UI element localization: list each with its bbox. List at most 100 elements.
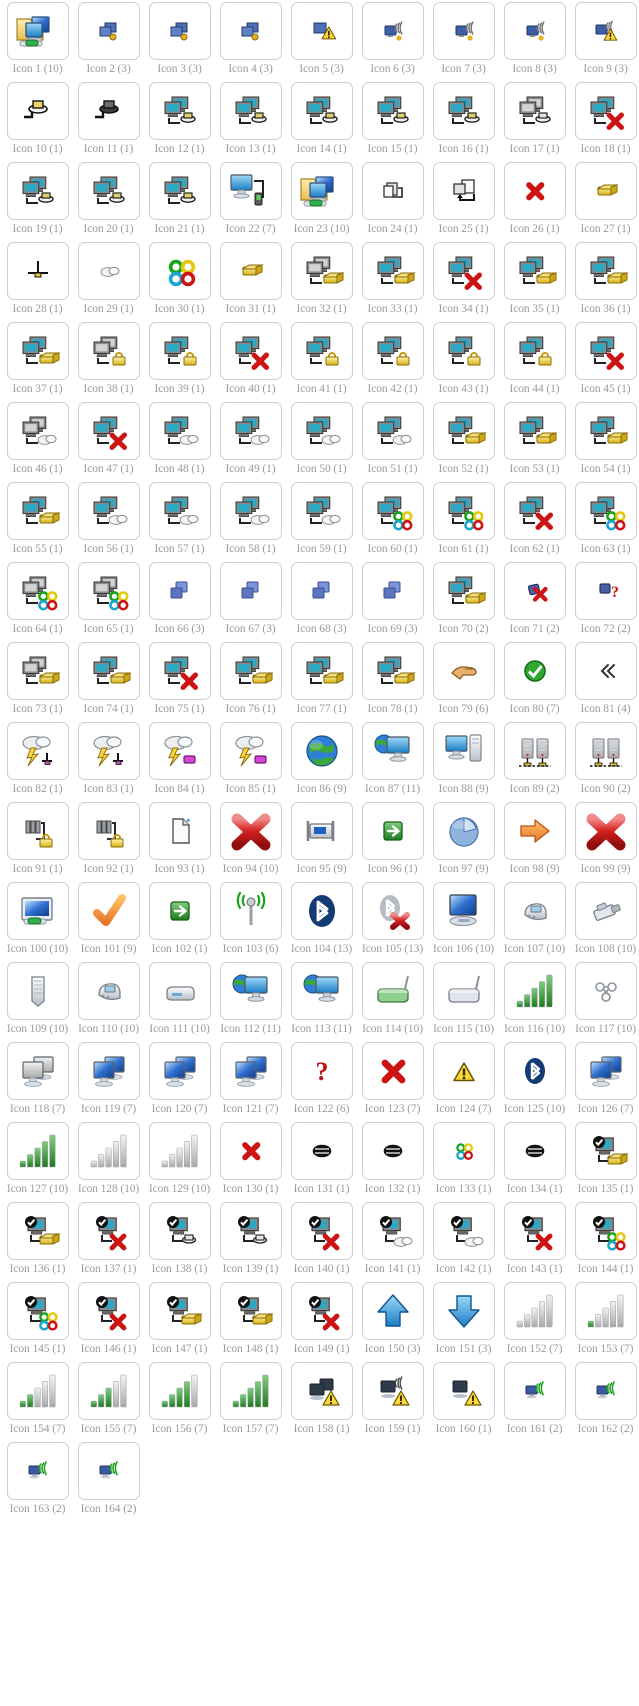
icon-cell[interactable]: Icon 118 (7) — [2, 1042, 73, 1122]
computer-gold-up-icon[interactable] — [6, 482, 69, 540]
icon-cell[interactable]: Icon 67 (3) — [215, 562, 286, 642]
checked-computer-error-icon[interactable] — [290, 1202, 353, 1260]
checked-computer-gold-icon[interactable] — [574, 1122, 637, 1180]
server-rack-icon[interactable] — [6, 962, 69, 1020]
icon-cell[interactable]: Icon 115 (10) — [428, 962, 499, 1042]
modem-device-icon[interactable] — [503, 882, 566, 940]
icon-cell[interactable]: Icon 27 (1) — [570, 162, 639, 242]
monitor-wireless-small-icon[interactable] — [77, 1442, 140, 1500]
icon-cell[interactable]: Icon 150 (3) — [357, 1282, 428, 1362]
network-red-x-icon[interactable] — [503, 562, 566, 620]
bluetooth-logo-icon[interactable] — [290, 882, 353, 940]
icon-cell[interactable]: Icon 64 (1) — [2, 562, 73, 642]
checked-computer-loops-icon[interactable] — [574, 1202, 637, 1260]
icon-cell[interactable]: Icon 132 (1) — [357, 1122, 428, 1202]
icon-cell[interactable]: Icon 80 (7) — [499, 642, 570, 722]
computer-cloud-up-icon[interactable] — [219, 482, 282, 540]
storm-cloud-ground-icon[interactable] — [77, 722, 140, 780]
icon-cell[interactable]: Icon 65 (1) — [73, 562, 144, 642]
icon-cell[interactable]: Icon 54 (1) — [570, 402, 639, 482]
icon-cell[interactable]: Icon 52 (1) — [428, 402, 499, 482]
icon-cell[interactable]: Icon 106 (10) — [428, 882, 499, 962]
computer-cloud-up-icon[interactable] — [290, 482, 353, 540]
icon-cell[interactable]: Icon 83 (1) — [73, 722, 144, 802]
network-adapter-icon[interactable] — [290, 802, 353, 860]
monitor-wireless-small-icon[interactable] — [6, 1442, 69, 1500]
icon-cell[interactable]: Icon 101 (9) — [73, 882, 144, 962]
pie-chart-icon[interactable] — [432, 802, 495, 860]
computer-loops-icon[interactable] — [361, 482, 424, 540]
icon-cell[interactable]: Icon 123 (7) — [357, 1042, 428, 1122]
computer-to-plug-icon[interactable] — [290, 82, 353, 140]
icon-cell[interactable]: Icon 8 (3) — [499, 2, 570, 82]
icon-cell[interactable]: Icon 154 (7) — [2, 1362, 73, 1442]
network-nodes-icon[interactable] — [574, 962, 637, 1020]
icon-cell[interactable]: Icon 41 (1) — [286, 322, 357, 402]
icon-cell[interactable]: Icon 75 (1) — [144, 642, 215, 722]
monitor-wireless-warning-icon[interactable] — [361, 1362, 424, 1420]
icon-cell[interactable]: Icon 134 (1) — [499, 1122, 570, 1202]
storm-cloud-ground-icon[interactable] — [6, 722, 69, 780]
icon-cell[interactable]: Icon 85 (1) — [215, 722, 286, 802]
icon-cell[interactable]: Icon 16 (1) — [428, 82, 499, 162]
globe-monitor-icon[interactable] — [361, 722, 424, 780]
icon-cell[interactable]: Icon 36 (1) — [570, 242, 639, 322]
computer-gold-up-icon[interactable] — [503, 402, 566, 460]
icon-cell[interactable]: Icon 145 (1) — [2, 1282, 73, 1362]
icon-cell[interactable]: Icon 137 (1) — [73, 1202, 144, 1282]
icon-cell[interactable]: Icon 124 (7) — [428, 1042, 499, 1122]
warning-triangle-icon[interactable] — [432, 1042, 495, 1100]
network-small-warning-icon[interactable] — [290, 2, 353, 60]
monitors-blue-icon[interactable] — [219, 1042, 282, 1100]
computer-to-plug-icon[interactable] — [432, 82, 495, 140]
checked-computer-plug-icon[interactable] — [148, 1202, 211, 1260]
computer-grey-to-plug-icon[interactable] — [503, 82, 566, 140]
signal-bars-two-icon[interactable] — [6, 1362, 69, 1420]
colored-loops-small-icon[interactable] — [432, 1122, 495, 1180]
icon-cell[interactable]: Icon 29 (1) — [73, 242, 144, 322]
icon-cell[interactable]: Icon 1 (10) — [2, 2, 73, 82]
icon-cell[interactable]: Icon 47 (1) — [73, 402, 144, 482]
icon-cell[interactable]: ? Icon 122 (6) — [286, 1042, 357, 1122]
red-x-medium-icon[interactable] — [361, 1042, 424, 1100]
monitor-warning-icon[interactable] — [432, 1362, 495, 1420]
icon-cell[interactable]: Icon 70 (2) — [428, 562, 499, 642]
icon-cell[interactable]: Icon 13 (1) — [215, 82, 286, 162]
icon-cell[interactable]: Icon 109 (10) — [2, 962, 73, 1042]
computer-to-plug-icon[interactable] — [361, 82, 424, 140]
icon-cell[interactable]: Icon 26 (1) — [499, 162, 570, 242]
icon-cell[interactable]: Icon 126 (7) — [570, 1042, 639, 1122]
icon-cell[interactable]: Icon 43 (1) — [428, 322, 499, 402]
globe-monitor-icon[interactable] — [219, 962, 282, 1020]
icon-cell[interactable]: Icon 78 (1) — [357, 642, 428, 722]
icon-cell[interactable]: Icon 107 (10) — [499, 882, 570, 962]
icon-cell[interactable]: Icon 18 (1) — [570, 82, 639, 162]
wireless-signal-small-icon[interactable] — [432, 2, 495, 60]
double-chevron-left-icon[interactable] — [574, 642, 637, 700]
router-grey-icon[interactable] — [432, 962, 495, 1020]
icon-cell[interactable]: Icon 125 (10) — [499, 1042, 570, 1122]
icon-cell[interactable]: Icon 60 (1) — [357, 482, 428, 562]
plug-connector-icon[interactable] — [6, 82, 69, 140]
icon-cell[interactable]: Icon 3 (3) — [144, 2, 215, 82]
icon-cell[interactable]: Icon 15 (1) — [357, 82, 428, 162]
red-x-small-icon[interactable] — [219, 1122, 282, 1180]
icon-cell[interactable]: Icon 87 (11) — [357, 722, 428, 802]
icon-cell[interactable]: Icon 104 (13) — [286, 882, 357, 962]
icon-cell[interactable]: Icon 2 (3) — [73, 2, 144, 82]
icon-cell[interactable]: Icon 34 (1) — [428, 242, 499, 322]
icon-cell[interactable]: Icon 5 (3) — [286, 2, 357, 82]
folder-computers-cable-icon[interactable] — [290, 162, 353, 220]
icon-cell[interactable]: Icon 49 (1) — [215, 402, 286, 482]
icon-cell[interactable]: Icon 140 (1) — [286, 1202, 357, 1282]
icon-cell[interactable]: Icon 51 (1) — [357, 402, 428, 482]
icon-cell[interactable]: Icon 138 (1) — [144, 1202, 215, 1282]
signal-bars-full-icon[interactable] — [219, 1362, 282, 1420]
monitors-blue-icon[interactable] — [77, 1042, 140, 1100]
blue-arrow-up-icon[interactable] — [361, 1282, 424, 1340]
icon-cell[interactable]: Icon 4 (3) — [215, 2, 286, 82]
icon-cell[interactable]: Icon 92 (1) — [73, 802, 144, 882]
icon-cell[interactable]: Icon 68 (3) — [286, 562, 357, 642]
icon-cell[interactable]: Icon 93 (1) — [144, 802, 215, 882]
network-blue-small-icon[interactable] — [361, 562, 424, 620]
